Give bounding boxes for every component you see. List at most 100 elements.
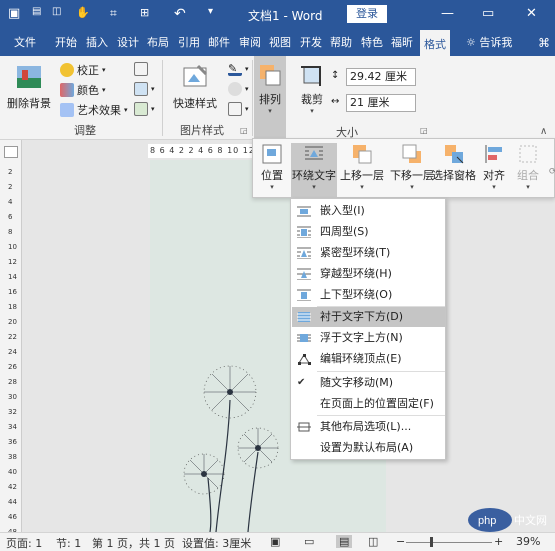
- tab-foxit[interactable]: 福昕: [388, 30, 416, 56]
- tab-developer[interactable]: 开发: [297, 30, 325, 56]
- group-label: 组合: [517, 169, 539, 182]
- zoom-in-button[interactable]: +: [494, 535, 503, 548]
- menu-item-square[interactable]: 四周型(S): [292, 222, 445, 242]
- quick-styles-icon: [183, 64, 208, 87]
- lightbulb-icon: ☼: [466, 36, 480, 49]
- picture-effects-icon[interactable]: ▾: [228, 82, 249, 96]
- zoom-level[interactable]: 39%: [516, 535, 540, 548]
- picture-layout-icon[interactable]: ▾: [228, 102, 249, 116]
- artistic-effects-button[interactable]: 艺术效果 ▾: [60, 102, 128, 118]
- menu-item-tight[interactable]: 紧密型环绕(T): [292, 243, 445, 263]
- change-picture-icon[interactable]: ▾: [134, 82, 155, 96]
- tab-mailings[interactable]: 邮件: [205, 30, 233, 56]
- collapse-ribbon-icon[interactable]: ∧: [540, 126, 547, 137]
- menu-item-edit-wrap-points[interactable]: 编辑环绕顶点(E): [292, 349, 445, 369]
- tab-review[interactable]: 审阅: [236, 30, 264, 56]
- wrap-text-button[interactable]: 环绕文字 ▾: [291, 143, 337, 199]
- quick-styles-button[interactable]: 快速样式: [166, 62, 224, 111]
- sun-icon: [60, 63, 74, 77]
- rotate-icon[interactable]: ⟳: [549, 167, 555, 177]
- login-button[interactable]: 登录: [347, 5, 387, 23]
- compress-pictures-icon[interactable]: [134, 62, 148, 76]
- group-button[interactable]: 组合 ▾: [513, 143, 543, 191]
- picture-border-icon[interactable]: ✎ ▾: [228, 62, 249, 76]
- restore-icon[interactable]: ▭: [482, 6, 494, 21]
- height-input[interactable]: 29.42 厘米: [346, 68, 416, 86]
- tell-me-box[interactable]: ☼ 告诉我: [466, 30, 512, 56]
- menu-item-in-front[interactable]: 浮于文字上方(N): [292, 328, 445, 348]
- show-ruler-icon[interactable]: ⌗: [110, 6, 117, 21]
- tab-design[interactable]: 设计: [114, 30, 142, 56]
- width-input[interactable]: 21 厘米: [346, 94, 416, 112]
- tab-insert[interactable]: 插入: [83, 30, 111, 56]
- crop-button[interactable]: 裁剪 ▾: [294, 62, 330, 115]
- status-section[interactable]: 节: 1: [56, 535, 81, 551]
- zoom-slider[interactable]: [406, 542, 492, 543]
- quick-access-icon-2[interactable]: ◫: [52, 6, 61, 17]
- format-icon[interactable]: ⊞: [140, 6, 149, 19]
- menu-item-top-bottom[interactable]: 上下型环绕(O): [292, 285, 445, 305]
- menu-item-set-default[interactable]: 设置为默认布局(A): [292, 438, 445, 458]
- tab-format[interactable]: 格式: [420, 30, 450, 56]
- undo-icon[interactable]: ↶: [174, 6, 186, 22]
- ruler-number: 8: [8, 228, 13, 236]
- ruler-number: 18: [8, 303, 17, 311]
- tab-selector-icon[interactable]: [4, 146, 18, 158]
- group-separator: [162, 60, 163, 136]
- bring-forward-button[interactable]: 上移一层 ▾: [339, 143, 385, 191]
- macro-icon[interactable]: ▣: [270, 535, 280, 548]
- print-layout-icon[interactable]: ▤: [336, 535, 353, 548]
- crop-dropdown-icon: ▾: [310, 107, 314, 115]
- tab-help[interactable]: 帮助: [327, 30, 355, 56]
- selection-pane-button[interactable]: 选择窗格: [431, 143, 477, 183]
- position-button[interactable]: 位置 ▾: [257, 143, 287, 191]
- tab-references[interactable]: 引用: [175, 30, 203, 56]
- close-icon[interactable]: ✕: [526, 6, 537, 21]
- tab-layout[interactable]: 布局: [144, 30, 172, 56]
- arrange-icon: [260, 65, 281, 86]
- align-button[interactable]: 对齐 ▾: [479, 143, 509, 191]
- dialog-launcher-icon[interactable]: ◲: [240, 126, 248, 135]
- ruler-number: 20: [8, 318, 17, 326]
- menu-item-behind-text[interactable]: 衬于文字下方(D): [292, 307, 445, 327]
- adjust-group-label: 调整: [74, 124, 96, 137]
- artistic-effects-icon: [60, 103, 74, 117]
- corrections-button[interactable]: 校正 ▾: [60, 62, 106, 78]
- zoom-slider-thumb[interactable]: [430, 537, 433, 547]
- tab-view[interactable]: 视图: [266, 30, 294, 56]
- menu-item-move-with-text[interactable]: ✔ 随文字移动(M): [292, 373, 445, 393]
- reset-picture-icon[interactable]: ▾: [134, 102, 155, 116]
- status-setting[interactable]: 设置值: 3厘米: [182, 535, 251, 551]
- menu-item-more-layout-options[interactable]: 其他布局选项(L)...: [292, 417, 445, 437]
- send-backward-button[interactable]: 下移一层 ▾: [389, 143, 435, 191]
- share-icon[interactable]: ⌘: [536, 30, 552, 56]
- tab-feature[interactable]: 特色: [358, 30, 386, 56]
- status-bar: 页面: 1 节: 1 第 1 页，共 1 页 设置值: 3厘米 ▣ ▭ ▤ ◫ …: [0, 532, 555, 551]
- ruler-number: 2: [8, 183, 13, 191]
- menu-item-inline[interactable]: 嵌入型(I): [292, 201, 445, 221]
- ruler-number: 44: [8, 498, 17, 506]
- tab-home[interactable]: 开始: [50, 30, 82, 56]
- size-dialog-launcher-icon[interactable]: ◲: [420, 126, 428, 135]
- minimize-icon[interactable]: —: [441, 6, 454, 21]
- crop-label: 裁剪: [301, 93, 323, 106]
- status-page[interactable]: 页面: 1: [6, 535, 42, 551]
- zoom-out-button[interactable]: −: [396, 535, 405, 548]
- customize-qat-icon[interactable]: ▾: [208, 6, 213, 17]
- save-icon[interactable]: ▣: [8, 6, 20, 21]
- read-mode-icon[interactable]: ▭: [304, 535, 314, 548]
- horizontal-ruler: 8 6 4 2 2 4 6 8 10 12: [148, 144, 258, 158]
- web-layout-icon[interactable]: ◫: [368, 535, 378, 548]
- menu-item-through[interactable]: 穿越型环绕(H): [292, 264, 445, 284]
- quick-access-icon[interactable]: ▤: [32, 6, 41, 17]
- ruler-number: 10: [8, 243, 17, 251]
- touch-mode-icon[interactable]: ✋: [76, 6, 90, 19]
- status-page-count[interactable]: 第 1 页，共 1 页: [92, 535, 175, 551]
- remove-background-button[interactable]: 删除背景: [4, 62, 54, 111]
- menu-item-label: 穿越型环绕(H): [320, 267, 392, 280]
- tab-file[interactable]: 文件: [8, 30, 42, 56]
- color-button[interactable]: 颜色 ▾: [60, 82, 106, 98]
- menu-item-label: 衬于文字下方(D): [320, 310, 404, 323]
- menu-item-fix-position[interactable]: 在页面上的位置固定(F): [292, 394, 445, 414]
- arrange-button[interactable]: 排列 ▾: [254, 56, 286, 140]
